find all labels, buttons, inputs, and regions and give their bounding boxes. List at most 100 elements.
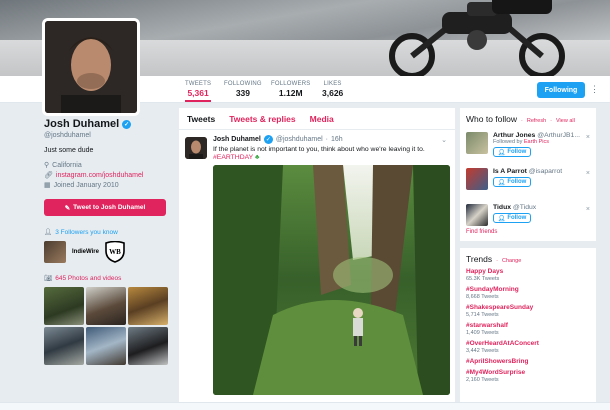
photos-videos-text: 645 Photos and videos: [55, 274, 122, 282]
stat-likes[interactable]: LIKES 3,626: [322, 81, 343, 98]
profile-name-row: Josh Duhamel ✓: [44, 118, 170, 130]
trend-name: #starwarshalf: [466, 322, 508, 329]
followers-you-know-link[interactable]: 👤︎ 3 Followers you know: [44, 228, 170, 237]
suggestion-sub-highlight[interactable]: Earth Pics: [524, 139, 549, 145]
tweet-media-image[interactable]: [213, 165, 450, 395]
trend-item[interactable]: #OverHeardAtAConcert 3,442 Tweets: [466, 340, 590, 354]
trend-name: #AprilShowersBring: [466, 358, 529, 365]
tab-tweets-replies[interactable]: Tweets & replies: [229, 114, 295, 124]
trends-change-link[interactable]: Change: [502, 258, 521, 264]
follow-label: Follow: [507, 215, 527, 221]
follow-button[interactable]: 👤︎ Follow: [493, 177, 531, 187]
stat-value: 339: [235, 88, 250, 98]
tweet-time[interactable]: 16h: [331, 136, 343, 143]
tweet-to-button[interactable]: ✎ Tweet to Josh Duhamel: [44, 199, 166, 216]
tweet-header: Josh Duhamel ✓ @joshduhamel · 16h: [213, 135, 447, 144]
calendar-icon: ▦: [44, 182, 51, 189]
photos-videos-link[interactable]: 📷︎ 645 Photos and videos: [44, 274, 170, 283]
follow-button[interactable]: 👤︎ Follow: [493, 213, 531, 223]
tweet-item[interactable]: ⌄ Josh Duhamel ✓ @joshduhamel · 16h If t…: [179, 130, 455, 395]
who-to-follow-panel: Who to follow · Refresh · View all × Art…: [460, 108, 596, 241]
suggestion-item: × Is A Parrot @isaparrot 👤︎ Follow: [466, 168, 590, 196]
tab-media[interactable]: Media: [310, 114, 334, 124]
trend-item[interactable]: #starwarshalf 1,409 Tweets: [466, 322, 590, 336]
suggestion-name[interactable]: Tidux: [493, 204, 511, 211]
stat-value: 5,361: [187, 88, 209, 98]
wb-shield-logo[interactable]: WB: [105, 241, 125, 263]
refresh-link[interactable]: Refresh: [527, 118, 546, 124]
photo-thumb[interactable]: [128, 287, 168, 325]
suggestion-handle[interactable]: @isaparrot: [529, 168, 562, 175]
photo-thumb[interactable]: [86, 327, 126, 365]
photo-thumb[interactable]: [44, 287, 84, 325]
camera-icon: 📷︎: [44, 275, 53, 282]
website-link[interactable]: instagram.com/joshduhamel: [56, 172, 144, 179]
more-vertical-icon[interactable]: ⋮: [590, 84, 599, 95]
suggestion-avatar[interactable]: [466, 204, 488, 226]
trend-item[interactable]: Happy Days 65.3K Tweets: [466, 268, 590, 282]
suggestion-item: × Arthur Jones @ArthurJB1... Followed by…: [466, 132, 590, 160]
trend-count: 1,409 Tweets: [466, 330, 499, 336]
suggestion-avatar[interactable]: [466, 132, 488, 154]
timeline-tabs: Tweets Tweets & replies Media: [179, 108, 455, 130]
profile-avatar[interactable]: [42, 18, 140, 116]
follow-button[interactable]: 👤︎ Follow: [493, 147, 531, 157]
suggestion-name[interactable]: Arthur Jones: [493, 132, 535, 139]
photo-thumb[interactable]: [128, 327, 168, 365]
close-icon[interactable]: ×: [586, 206, 590, 213]
suggestion-handle[interactable]: @Tidux: [513, 204, 536, 211]
stat-label: LIKES: [323, 81, 342, 87]
tweet-avatar[interactable]: [185, 137, 207, 159]
profile-name[interactable]: Josh Duhamel: [44, 118, 119, 130]
suggestion-handle[interactable]: @ArthurJB1...: [537, 132, 580, 139]
suggestion-name[interactable]: Is A Parrot: [493, 168, 527, 175]
trend-count: 8,668 Tweets: [466, 294, 499, 300]
profile-sidebar: Josh Duhamel ✓ @joshduhamel Just some du…: [44, 118, 170, 365]
suggestion-info: Tidux @Tidux 👤︎ Follow: [493, 204, 590, 223]
user-icon: 👤︎: [44, 229, 53, 236]
photo-thumb[interactable]: [86, 287, 126, 325]
trend-name: #SundayMorning: [466, 286, 519, 293]
tweet-avatar-photo: [185, 137, 207, 159]
following-button[interactable]: Following: [537, 82, 585, 98]
trend-name: #My4WordSurprise: [466, 369, 526, 376]
stat-following[interactable]: FOLLOWING 339: [224, 81, 262, 98]
chevron-down-icon[interactable]: ⌄: [441, 136, 447, 144]
verified-badge-icon: ✓: [122, 119, 132, 129]
view-all-link[interactable]: View all: [556, 118, 575, 124]
close-icon[interactable]: ×: [586, 134, 590, 141]
stat-followers[interactable]: FOLLOWERS 1.12M: [271, 81, 310, 98]
trends-title: Trends: [466, 254, 493, 264]
joined-text: Joined January 2010: [53, 181, 119, 189]
trend-item[interactable]: #SundayMorning 8,668 Tweets: [466, 286, 590, 300]
svg-text:WB: WB: [109, 248, 121, 256]
find-friends-link[interactable]: Find friends: [466, 229, 497, 235]
tweet-text: If the planet is not important to you, t…: [213, 146, 425, 153]
profile-meta: ⚲ California 🔗︎ instagram.com/joshduhame…: [44, 161, 170, 190]
indiewire-logo[interactable]: IndieWire: [72, 249, 99, 255]
add-user-icon: 👤︎: [497, 149, 506, 156]
suggestion-avatar[interactable]: [466, 168, 488, 190]
location-row: ⚲ California: [44, 161, 170, 170]
tab-tweets[interactable]: Tweets: [187, 114, 215, 124]
tweet-hashtag[interactable]: #EARTHDAY: [213, 154, 253, 161]
add-user-icon: 👤︎: [497, 215, 506, 222]
trends-panel: Trends · Change Happy Days 65.3K Tweets …: [460, 248, 596, 408]
follower-avatar[interactable]: [44, 241, 66, 263]
trend-item[interactable]: #My4WordSurprise 2,160 Tweets: [466, 369, 590, 383]
trend-item[interactable]: #ShakespeareSunday 5,714 Tweets: [466, 304, 590, 318]
earth-emoji-icon: ♣: [254, 154, 260, 161]
photo-thumb[interactable]: [44, 327, 84, 365]
stat-tweets[interactable]: TWEETS 5,361: [185, 81, 212, 102]
trend-item[interactable]: #AprilShowersBring: [466, 358, 590, 365]
tweet-author-name[interactable]: Josh Duhamel: [213, 136, 261, 143]
dot-separator: ·: [496, 258, 498, 264]
add-user-icon: 👤︎: [497, 179, 506, 186]
photos-grid: [44, 287, 170, 365]
profile-handle[interactable]: @joshduhamel: [44, 132, 170, 139]
close-icon[interactable]: ×: [586, 170, 590, 177]
suggestion-name-row: Tidux @Tidux: [493, 204, 590, 211]
trends-header: Trends · Change: [466, 254, 590, 264]
suggestion-info: Is A Parrot @isaparrot 👤︎ Follow: [493, 168, 590, 187]
tweet-author-handle[interactable]: @joshduhamel: [276, 136, 323, 143]
